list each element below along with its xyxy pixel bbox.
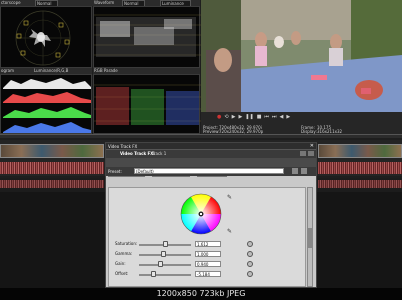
waveform-graph (94, 14, 201, 57)
histogram-panel (0, 74, 92, 134)
fx-parameters-panel: ✎ ✎ Saturation: 1.612 Gamma: 1.000 Gain:… (108, 187, 306, 287)
eyedropper-icon-2[interactable]: ✎ (227, 228, 232, 235)
saturation-label: Saturation: (115, 241, 138, 246)
gamma-value[interactable]: 1.000 (195, 251, 221, 257)
saturation-slider-knob[interactable] (163, 241, 168, 247)
video-preview (201, 0, 402, 112)
audio-waveform-right[interactable] (318, 162, 402, 174)
play-icon[interactable]: ▶ (238, 114, 242, 120)
fx-track-label: Video Track FX: (120, 151, 155, 156)
delete-preset-icon[interactable] (301, 168, 307, 174)
preview-info-bar: ● ⟲ ▶ ▶ ❚❚ ■ ⏮ ⏭ ◀ ▶ Project: 720x480x32… (201, 112, 402, 134)
fx-preset-row: Preset: (Default) (106, 167, 316, 176)
loop-icon[interactable]: ⟲ (224, 114, 228, 120)
preview-image (201, 0, 402, 112)
gain-slider-knob[interactable] (158, 261, 163, 267)
save-preset-icon[interactable] (292, 168, 298, 174)
audio-waveform-left[interactable] (0, 162, 104, 174)
audio-waveform-lower-left[interactable] (0, 180, 104, 188)
next-frame-icon[interactable]: ▶ (286, 114, 290, 120)
timeline-empty-left (0, 192, 106, 288)
vectorscope-label: ctorscope (1, 0, 21, 5)
close-icon[interactable]: ✕ (310, 143, 314, 149)
play-from-start-icon[interactable]: ▶ (232, 114, 236, 120)
offset-slider-knob[interactable] (151, 271, 156, 277)
gain-slider-track[interactable] (139, 264, 191, 266)
stop-icon[interactable]: ■ (257, 114, 262, 120)
histogram-graph (3, 78, 91, 133)
go-to-end-icon[interactable]: ⏭ (272, 114, 277, 120)
fx-scrollbar-thumb[interactable] (308, 228, 312, 248)
go-to-start-icon[interactable]: ⏮ (264, 114, 269, 120)
rgb-parade-label: RGB Parade (94, 68, 118, 73)
saturation-value[interactable]: 1.612 (195, 241, 221, 247)
offset-reset-icon[interactable] (247, 271, 253, 277)
fx-track-row: Video Track FX: Track 1 (106, 150, 316, 158)
vectorscope-panel (0, 6, 92, 68)
offset-value[interactable]: -5.184 (195, 271, 221, 277)
preset-label: Preset: (108, 169, 122, 174)
audio-waveform-lower-right[interactable] (318, 180, 402, 188)
timeline-empty-right (316, 192, 402, 288)
gain-value[interactable]: 0.940 (195, 261, 221, 267)
remove-plugin-icon[interactable] (308, 151, 314, 156)
fx-track-value: Track 1 (152, 151, 167, 156)
transport-controls: ● ⟲ ▶ ▶ ❚❚ ■ ⏮ ⏭ ◀ ▶ (217, 114, 290, 120)
preset-select[interactable]: (Default) (134, 168, 284, 174)
fx-panel-scrollbar[interactable] (307, 187, 313, 287)
gamma-label: Gamma: (115, 251, 133, 256)
plugin-chain-icon[interactable] (300, 151, 306, 156)
video-clip-right[interactable] (318, 144, 402, 158)
fx-dialog-titlebar[interactable]: Video Track FX ✕ (106, 143, 316, 150)
histogram-label: ogram (1, 68, 14, 73)
rgb-parade-panel (93, 74, 201, 134)
fx-param-tabs: Parameters Custom (108, 179, 171, 197)
waveform-panel (93, 6, 201, 68)
histogram-channel-label: Luminance/R,G,B (34, 68, 69, 73)
video-track-fx-dialog: Video Track FX ✕ Video Track FX: Track 1… (105, 142, 317, 288)
gamma-reset-icon[interactable] (247, 251, 253, 257)
eyedropper-icon[interactable]: ✎ (227, 194, 232, 201)
saturation-reset-icon[interactable] (247, 241, 253, 247)
prev-frame-icon[interactable]: ◀ (279, 114, 283, 120)
image-caption-bar: 1200x850 723kb JPEG (0, 288, 402, 300)
record-icon[interactable]: ● (217, 114, 221, 120)
pause-icon[interactable]: ❚❚ (245, 114, 253, 120)
gamma-slider-knob[interactable] (161, 251, 166, 257)
waveform-label: Waveform (94, 0, 115, 5)
vectorscope-graph (15, 10, 71, 66)
gain-reset-icon[interactable] (247, 261, 253, 267)
rgb-parade-graph (94, 84, 201, 125)
fx-dialog-title: Video Track FX (108, 144, 138, 149)
gain-label: Gain: (115, 261, 126, 266)
video-clip-left[interactable] (0, 144, 104, 158)
image-caption: 1200x850 723kb JPEG (156, 289, 246, 298)
offset-label: Offset: (115, 271, 129, 276)
offset-slider-track[interactable] (139, 274, 191, 276)
color-wheel[interactable] (179, 192, 223, 236)
timeline-ruler[interactable] (0, 134, 402, 138)
fx-chain-row: White Balance Color Corrector Composite (106, 158, 316, 177)
